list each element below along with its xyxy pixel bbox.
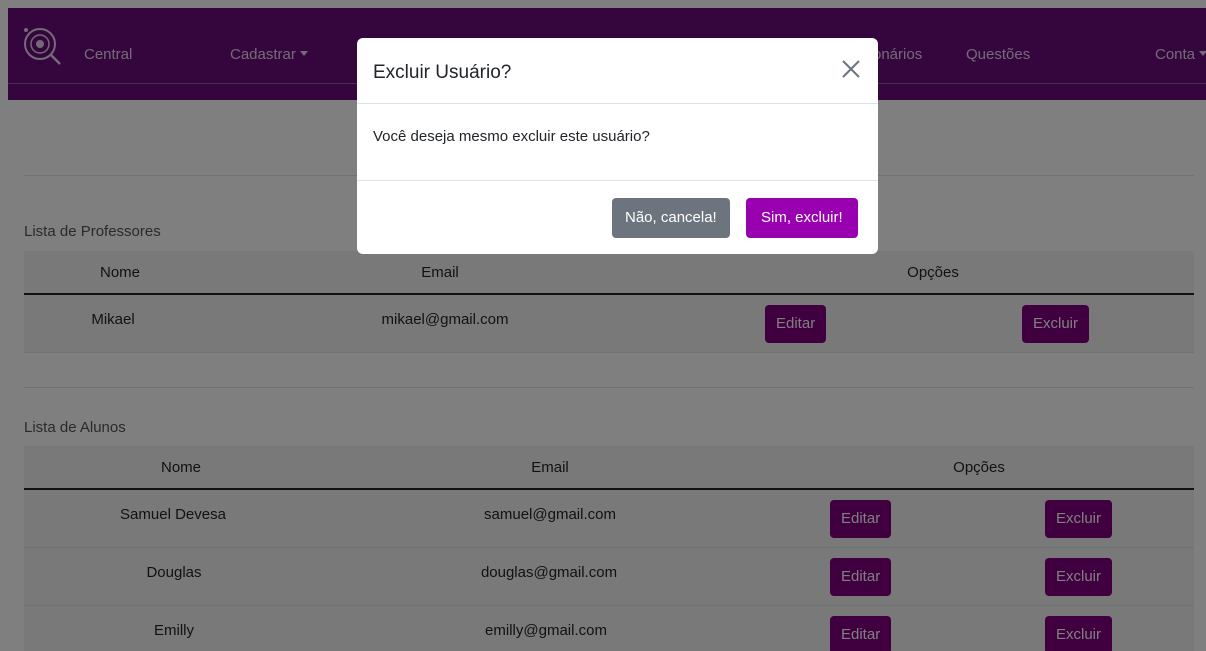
delete-user-modal: Excluir Usuário? Você deseja mesmo exclu…	[357, 38, 878, 254]
modal-message: Você deseja mesmo excluir este usuário?	[373, 128, 650, 145]
close-icon[interactable]	[840, 58, 862, 80]
modal-title: Excluir Usuário?	[373, 62, 512, 83]
modal-header: Excluir Usuário?	[357, 38, 878, 104]
modal-footer-divider	[357, 180, 878, 181]
page: Central Cadastrar onários Questões Conta…	[0, 0, 1206, 651]
cancel-button[interactable]: Não, cancela!	[612, 198, 730, 238]
confirm-delete-button[interactable]: Sim, excluir!	[746, 198, 858, 238]
